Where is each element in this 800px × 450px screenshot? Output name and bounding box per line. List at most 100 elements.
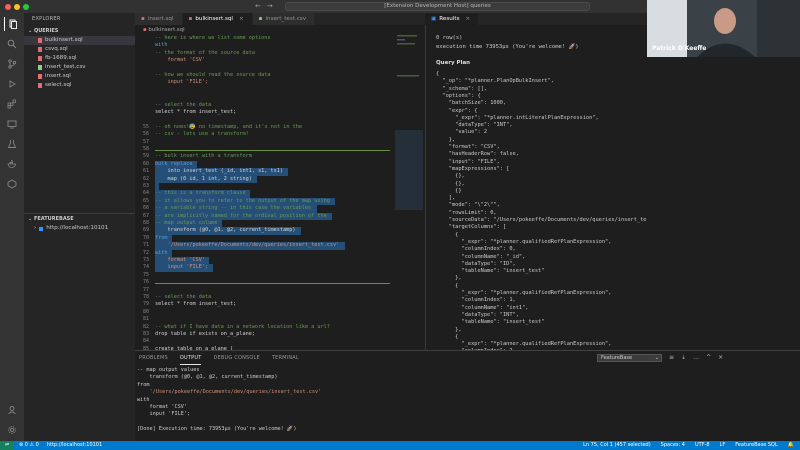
remote-explorer-icon[interactable] (4, 117, 20, 131)
more-actions-icon[interactable]: … (693, 354, 699, 361)
explorer-icon[interactable] (4, 17, 20, 31)
panel-tabs: PROBLEMS OUTPUT DEBUG CONSOLE TERMINAL (135, 351, 299, 365)
output-channel-select[interactable]: FeatureBase ⌄ (597, 354, 662, 362)
query-plan-line: "_expr": "*planner.intLiteralPlanExpress… (436, 114, 599, 121)
file-item[interactable]: bulkinsert.sql (24, 36, 135, 45)
code-text: -- the format of the source data (155, 49, 255, 56)
close-panel-icon[interactable]: × (718, 354, 723, 361)
file-item[interactable]: select.sql (24, 81, 135, 90)
command-center[interactable]: [Extension Development Host] queries (285, 2, 590, 11)
editor-tab[interactable]: ▪ insert.sql (135, 13, 183, 25)
results-tab[interactable]: ▣ Results × (425, 13, 480, 25)
code-line: 83 drop table if exists on_a_plane; (135, 331, 425, 338)
explorer-title: EXPLORER (32, 16, 61, 22)
code-text: -- oh noes!😰 no timestamp, and it's not … (155, 123, 303, 130)
minimap[interactable] (395, 35, 425, 350)
code-line: 66 -- a variable string -- in this case t… (135, 205, 425, 212)
code-text: select * from insert_test; (155, 301, 237, 308)
manage-gear-icon[interactable] (4, 423, 20, 437)
queries-section-header[interactable]: ⌄ QUERIES (24, 26, 135, 36)
code-text: '/Users/pokeeffe/Documents/dev/queries/i… (155, 242, 340, 249)
docker-icon[interactable] (4, 157, 20, 171)
query-plan-line: "columnIndex": 1, (436, 297, 516, 304)
file-item[interactable]: csvq.sql (24, 45, 135, 54)
line-number: 80 (142, 308, 149, 315)
code-line: format 'CSV' (135, 57, 425, 64)
extensions-icon[interactable] (4, 97, 20, 111)
query-plan-line: "sourceData": "/Users/pokeeffe/Documents… (448, 217, 647, 223)
explorer-sidebar: EXPLORER ⌄ QUERIES bulkinsert.sql csvq.sq… (24, 13, 135, 441)
line-number: 84 (142, 338, 149, 345)
account-icon[interactable] (4, 403, 20, 417)
breadcrumb[interactable]: ▪ bulkinsert.sql (135, 25, 425, 35)
editor-tab[interactable]: ▪ insert_test.csv (252, 13, 316, 25)
source-control-icon[interactable] (4, 57, 20, 71)
file-name: fb-1689.sql (45, 55, 77, 61)
panel-tab[interactable]: DEBUG CONSOLE (213, 351, 259, 365)
query-plan-line: "expr": { (436, 107, 478, 114)
notifications-bell-icon[interactable]: 🔔 (788, 441, 794, 450)
end-of-line[interactable]: LF (720, 441, 726, 450)
code-line: 82 -- what if I have data in a network lo… (135, 324, 425, 331)
chevron-down-icon: ⌄ (654, 355, 659, 361)
code-editor[interactable]: -- here is where we list some options wit… (135, 35, 425, 350)
line-number: 59 (142, 153, 149, 160)
code-text: -- select the data (155, 294, 212, 300)
file-list: bulkinsert.sql csvq.sql fb-1689.sql insert_… (24, 36, 135, 90)
query-plan-line: {} (436, 187, 462, 194)
featurebase-connection-item[interactable]: › http://localhost:10101 (24, 224, 135, 233)
line-number: 64 (142, 190, 149, 197)
maximize-panel-icon[interactable]: ^ (706, 354, 711, 361)
maximize-window-button[interactable] (23, 3, 29, 10)
panel-tab[interactable]: PROBLEMS (139, 351, 168, 365)
line-number: 78 (142, 294, 149, 300)
code-line: 71 '/Users/pokeeffe/Documents/dev/querie… (135, 242, 425, 249)
close-icon[interactable]: × (466, 13, 471, 25)
featurebase-section-header[interactable]: ⌄ FEATUREBASE (24, 213, 135, 223)
encoding[interactable]: UTF-8 (695, 441, 710, 450)
file-name: select.sql (45, 82, 72, 88)
back-arrow-icon[interactable]: ← (255, 2, 261, 10)
run-debug-icon[interactable] (4, 77, 20, 91)
file-item[interactable]: insert.sql (24, 72, 135, 81)
language-mode[interactable]: FeatureBase SQL (735, 441, 778, 450)
line-number: 83 (142, 331, 149, 337)
activity-bar (0, 13, 24, 441)
code-text: -- are implicitly named for the ordinal … (155, 212, 327, 219)
cursor-position[interactable]: Ln 75, Col 1 (457 selected) (583, 441, 651, 450)
file-item[interactable]: insert_test.csv (24, 63, 135, 72)
remote-indicator[interactable]: ⇌ (0, 441, 14, 450)
forward-arrow-icon[interactable]: → (267, 2, 273, 10)
problems-count[interactable]: ⊗ 0 ⚠ 0 (19, 441, 39, 450)
minimize-window-button[interactable] (14, 3, 20, 10)
search-icon[interactable] (4, 37, 20, 51)
file-icon (38, 65, 42, 70)
file-icon (38, 47, 42, 52)
editor-tab[interactable]: ▪ bulkinsert.sql × (182, 13, 253, 25)
close-window-button[interactable] (5, 3, 11, 10)
panel-tab[interactable]: OUTPUT (179, 351, 202, 365)
close-tab-icon[interactable]: × (239, 13, 244, 25)
section-divider (155, 149, 390, 151)
query-plan-line: "_schema": [], (436, 85, 488, 92)
code-line: 74 input 'FILE'; (135, 264, 425, 271)
testing-icon[interactable] (4, 137, 20, 151)
lock-scroll-icon[interactable]: ⇣ (681, 354, 686, 361)
clear-output-icon[interactable]: ≡ (669, 354, 674, 361)
featurebase-icon[interactable] (4, 177, 20, 191)
editor-tabs: ▪ insert.sql ▪ bulkinsert.sql × ▪ insert_test.… (135, 13, 425, 25)
code-line: -- select the data (135, 102, 425, 109)
line-number: 72 (142, 249, 149, 256)
query-plan-line: { (436, 71, 440, 77)
query-plan-line: "mapExpressions": [ (436, 165, 510, 172)
code-text: from (155, 234, 168, 241)
query-plan-line: "batchSize": 1000, (436, 100, 507, 107)
query-plan-line: "_expr": "*planner.qualifiedRefPlanExpre… (436, 341, 612, 348)
panel-tab[interactable]: TERMINAL (272, 351, 299, 365)
file-name: insert.sql (45, 73, 71, 79)
file-item[interactable]: fb-1689.sql (24, 54, 135, 63)
output-line: format 'CSV' (137, 404, 187, 410)
line-number: 56 (142, 131, 149, 138)
indentation[interactable]: Spaces: 4 (661, 441, 685, 450)
status-connection[interactable]: http://localhost:10101 (47, 441, 102, 450)
